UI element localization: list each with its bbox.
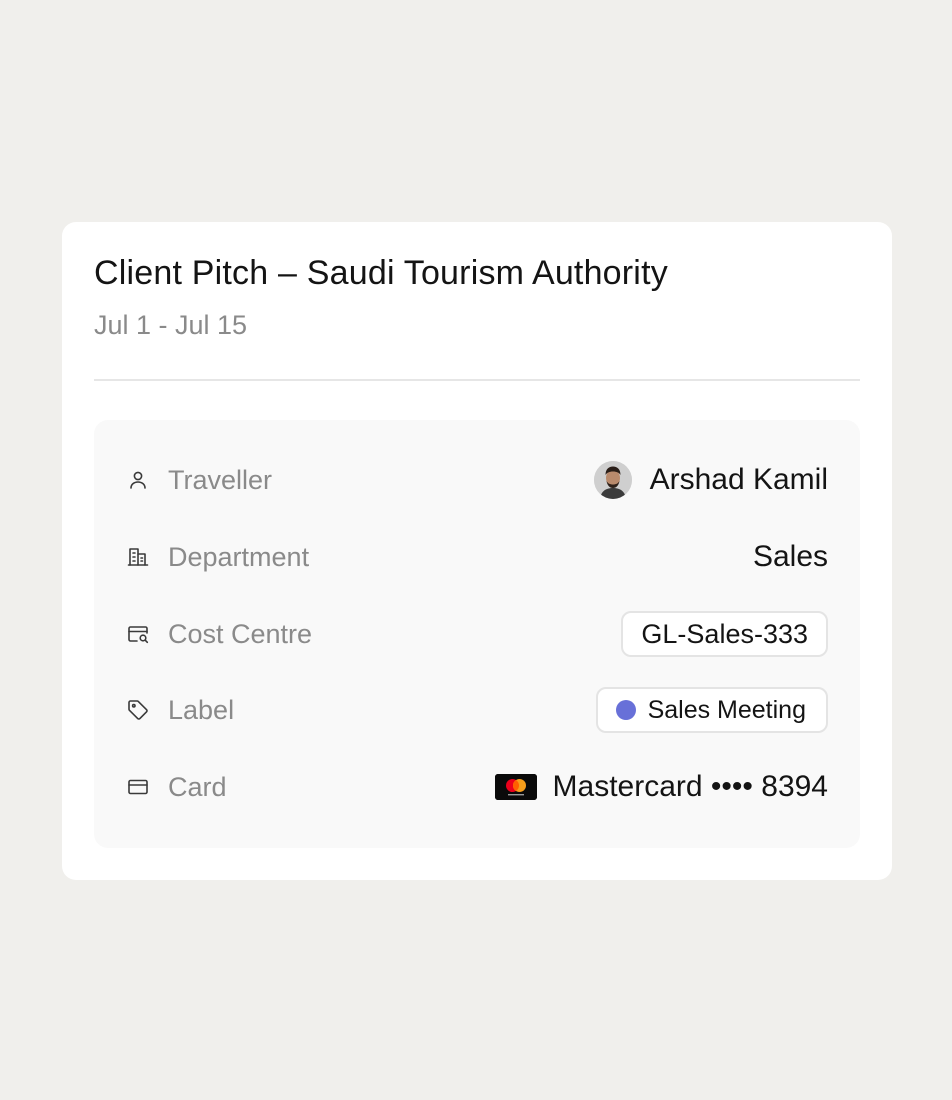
trip-dates: Jul 1 - Jul 15 <box>94 310 248 340</box>
card-row: Card Mastercard •••• 8394 <box>94 762 860 812</box>
label-color-dot <box>615 700 636 720</box>
trip-card: Client Pitch – Saudi Tourism Authority J… <box>62 222 892 880</box>
label-chip-text: Sales Meeting <box>647 695 806 724</box>
label-row: Label Sales Meeting <box>94 685 860 735</box>
cost-centre-label: Cost Centre <box>168 618 313 649</box>
department-row: Department Sales <box>94 532 860 582</box>
tag-icon <box>126 698 150 722</box>
trip-details-panel: Traveller Arshad Kamil Department Sales … <box>94 420 860 848</box>
traveller-label: Traveller <box>168 464 273 495</box>
card-value[interactable]: Mastercard •••• 8394 <box>553 770 828 804</box>
cost-centre-icon <box>126 622 150 646</box>
divider <box>94 379 860 381</box>
label-chip[interactable]: Sales Meeting <box>595 687 828 733</box>
trip-title: Client Pitch – Saudi Tourism Authority <box>94 254 668 292</box>
cost-centre-row: Cost Centre GL-Sales-333 <box>94 609 860 659</box>
department-value[interactable]: Sales <box>753 540 828 574</box>
cost-centre-chip[interactable]: GL-Sales-333 <box>621 611 828 657</box>
label-label: Label <box>168 694 235 725</box>
building-icon <box>126 545 150 569</box>
department-label: Department <box>168 541 310 572</box>
traveller-row: Traveller Arshad Kamil <box>94 455 860 505</box>
card-label: Card <box>168 771 227 802</box>
credit-card-icon <box>126 775 150 799</box>
mastercard-logo-icon <box>494 774 537 800</box>
traveller-name[interactable]: Arshad Kamil <box>650 463 828 497</box>
avatar <box>593 461 632 499</box>
person-icon <box>126 468 150 492</box>
